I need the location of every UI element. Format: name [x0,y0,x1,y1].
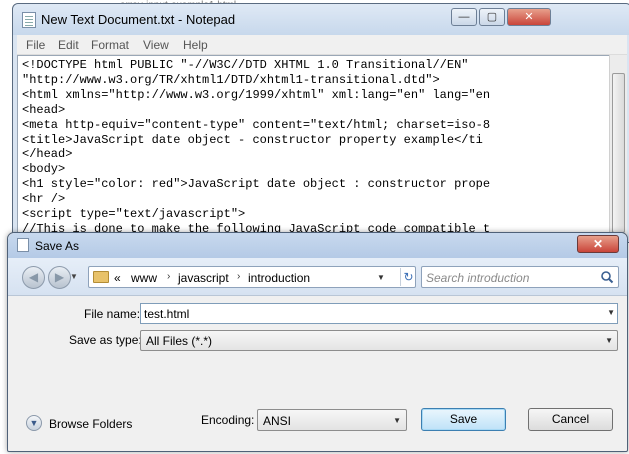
notepad-text-area[interactable]: <!DOCTYPE html PUBLIC "-//W3C//DTD XHTML… [17,55,613,243]
savetype-select[interactable]: All Files (*.*) ▼ [140,330,618,351]
breadcrumb-separator-icon[interactable]: › [167,271,170,282]
address-overflow-chevron[interactable]: « [114,271,121,285]
code-line: <!DOCTYPE html PUBLIC "-//W3C//DTD XHTML… [22,58,469,72]
notepad-code: <!DOCTYPE html PUBLIC "-//W3C//DTD XHTML… [22,58,491,242]
savetype-label: Save as type: [69,333,142,347]
address-bar[interactable]: « www › javascript › introduction ▼ ↻ [88,266,416,288]
forward-button[interactable]: ▶ [48,266,71,289]
menu-help[interactable]: Help [183,38,208,52]
browse-folders-button[interactable]: Browse Folders [49,417,132,431]
menu-view[interactable]: View [143,38,169,52]
code-line: <h1 style="color: red">JavaScript date o… [22,177,491,192]
notepad-window: New Text Document.txt - Notepad — ▢ ✕ Fi… [12,3,629,243]
notepad-app-icon [22,12,36,28]
encoding-label: Encoding: [201,413,255,427]
filename-label: File name: [84,307,141,321]
back-button[interactable]: ◀ [22,266,45,289]
notepad-close-button[interactable]: ✕ [507,8,551,26]
save-as-dialog: Save As ✕ ◀ ▶ ▼ « www › javascript › int… [7,232,628,452]
notepad-title: New Text Document.txt - Notepad [41,12,236,27]
filename-input[interactable] [144,306,584,322]
minimize-button[interactable]: — [451,8,477,26]
dialog-titlebar[interactable]: Save As ✕ [8,233,627,258]
menu-edit[interactable]: Edit [58,38,79,52]
filename-dropdown-icon[interactable]: ▼ [607,308,615,317]
dialog-title: Save As [35,239,80,253]
code-line: <html xmlns="http://www.w3.org/1999/xhtm… [22,87,491,102]
dialog-close-button[interactable]: ✕ [577,235,619,253]
browse-folders-chevron-icon[interactable]: ▼ [26,415,42,431]
cancel-button[interactable]: Cancel [528,408,613,431]
filename-combobox[interactable]: ▼ [140,303,618,324]
breadcrumb-javascript[interactable]: javascript [178,271,229,285]
breadcrumb-introduction[interactable]: introduction [248,271,310,285]
refresh-icon[interactable]: ↻ [400,268,416,286]
savetype-value: All Files (*.*) [146,334,213,348]
save-button[interactable]: Save [421,408,506,431]
code-line: <script type="text/javascript"> [22,207,246,222]
code-line: <body> [22,162,66,177]
recent-pages-dropdown-icon[interactable]: ▼ [70,272,78,281]
code-line: <head> [22,102,66,117]
search-input[interactable] [426,270,591,285]
dialog-navigation-bar: ◀ ▶ ▼ « www › javascript › introduction … [8,258,627,296]
code-line: </head> [22,147,73,162]
search-box[interactable] [421,266,619,288]
code-line: <hr /> [22,192,66,207]
code-line: <title>JavaScript date object - construc… [22,132,483,147]
folder-icon [93,271,109,283]
maximize-button[interactable]: ▢ [479,8,505,26]
code-line: "http://www.w3.org/TR/xhtml1/DTD/xhtml1-… [22,72,440,87]
encoding-value: ANSI [263,414,292,428]
encoding-select[interactable]: ANSI ▼ [257,409,407,431]
breadcrumb-separator-icon[interactable]: › [237,271,240,282]
notepad-titlebar[interactable]: New Text Document.txt - Notepad — ▢ ✕ [13,4,629,35]
code-line: <meta http-equiv="content-type" content=… [22,117,491,132]
search-icon[interactable] [600,270,614,284]
notepad-vertical-scrollbar[interactable] [609,55,627,243]
savetype-dropdown-icon[interactable]: ▼ [605,336,613,345]
address-dropdown-icon[interactable]: ▼ [377,273,385,282]
notepad-menubar: File Edit Format View Help [17,35,627,55]
menu-file[interactable]: File [26,38,45,52]
dialog-app-icon [17,238,29,252]
menu-format[interactable]: Format [91,38,129,52]
scrollbar-thumb[interactable] [612,73,625,233]
encoding-dropdown-icon[interactable]: ▼ [393,416,401,425]
breadcrumb-www[interactable]: www [131,271,157,285]
